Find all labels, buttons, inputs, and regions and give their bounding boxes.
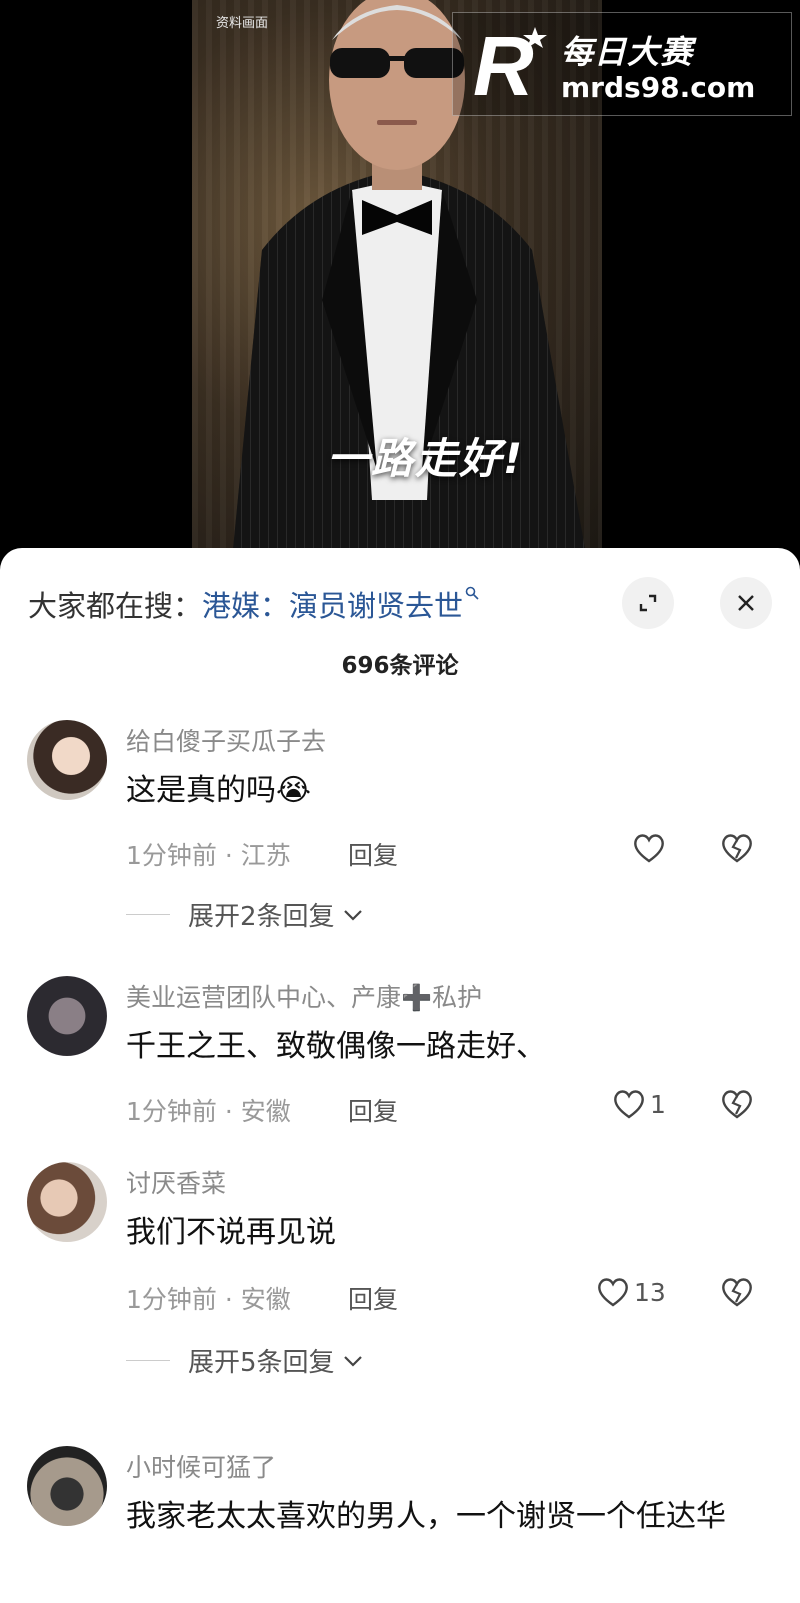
divider-line bbox=[126, 914, 170, 915]
reply-button[interactable]: 回复 bbox=[348, 836, 398, 872]
like-button[interactable]: 1 bbox=[612, 1088, 666, 1120]
crying-emoji-icon: 😭 bbox=[276, 773, 312, 808]
comment-text: 这是真的吗😭 bbox=[126, 768, 746, 814]
like-button[interactable] bbox=[632, 832, 666, 864]
comment-text: 千王之王、致敬偶像一路走好、 bbox=[126, 1029, 546, 1064]
dislike-button[interactable] bbox=[720, 1088, 754, 1124]
like-button[interactable]: 13 bbox=[596, 1276, 666, 1308]
broken-heart-icon bbox=[722, 834, 752, 863]
avatar[interactable] bbox=[27, 720, 107, 800]
brand-logo-icon: R bbox=[473, 23, 547, 105]
dislike-button[interactable] bbox=[720, 1276, 754, 1312]
chevron-down-icon bbox=[343, 909, 362, 921]
comment-count: 696条评论 bbox=[341, 653, 459, 679]
video-caption: 一路走好! bbox=[327, 434, 525, 483]
broken-heart-icon bbox=[722, 1278, 752, 1307]
comment-item: 小时候可猛了 我家老太太喜欢的男人，一个谢贤一个任达华 bbox=[0, 1446, 800, 1603]
comment-author[interactable]: 美业运营团队中心、产康➕私护 bbox=[126, 978, 482, 1014]
dislike-button[interactable] bbox=[720, 832, 754, 868]
watermark: R 每日大赛 mrds98.com bbox=[452, 12, 792, 116]
expand-replies-label: 展开2条回复 bbox=[188, 902, 335, 932]
expand-button[interactable] bbox=[622, 577, 674, 629]
comment-meta: 1分钟前 · 江苏 bbox=[126, 841, 291, 870]
search-prefix: 大家都在搜： bbox=[28, 589, 203, 623]
search-icon bbox=[465, 585, 479, 604]
like-count: 13 bbox=[634, 1277, 666, 1307]
comments-sheet: 大家都在搜： 港媒：演员谢贤去世 696条评论 给白傻子买瓜子去 这是真的吗😭 … bbox=[0, 548, 800, 1603]
comment-meta: 1分钟前 · 安徽 bbox=[126, 1097, 291, 1126]
watermark-url: mrds98.com bbox=[561, 71, 756, 104]
comment-item: 讨厌香菜 我们不说再见说 1分钟前 · 安徽 回复 13 展开5条回复 bbox=[0, 1162, 800, 1392]
expand-replies-button[interactable]: 展开5条回复 bbox=[126, 1342, 363, 1379]
comment-item: 给白傻子买瓜子去 这是真的吗😭 1分钟前 · 江苏 回复 展开2条回复 bbox=[0, 720, 800, 933]
avatar[interactable] bbox=[27, 976, 107, 1056]
trending-search[interactable]: 大家都在搜： 港媒：演员谢贤去世 bbox=[28, 584, 479, 624]
heart-icon bbox=[634, 834, 664, 863]
search-query-link[interactable]: 港媒：演员谢贤去世 bbox=[202, 583, 463, 625]
video-player[interactable]: 资料画面 一路走好! R 每日大赛 mrds98.com bbox=[0, 0, 800, 560]
expand-replies-button[interactable]: 展开2条回复 bbox=[126, 896, 363, 933]
source-label: 资料画面 bbox=[216, 16, 269, 31]
divider-line bbox=[126, 1360, 170, 1361]
comment-text: 我家老太太喜欢的男人，一个谢贤一个任达华 bbox=[126, 1499, 726, 1534]
reply-button[interactable]: 回复 bbox=[348, 1092, 398, 1128]
chevron-down-icon bbox=[343, 1355, 362, 1367]
comment-text-body: 这是真的吗 bbox=[126, 773, 276, 808]
comment-text: 我们不说再见说 bbox=[126, 1215, 336, 1250]
close-button[interactable] bbox=[720, 577, 772, 629]
heart-icon bbox=[598, 1278, 628, 1307]
comment-author[interactable]: 给白傻子买瓜子去 bbox=[126, 722, 326, 758]
expand-replies-label: 展开5条回复 bbox=[188, 1348, 335, 1378]
comment-author[interactable]: 讨厌香菜 bbox=[126, 1164, 226, 1200]
comment-item: 美业运营团队中心、产康➕私护 千王之王、致敬偶像一路走好、 1分钟前 · 安徽 … bbox=[0, 976, 800, 1136]
expand-icon bbox=[639, 594, 657, 612]
watermark-name: 每日大赛 bbox=[561, 33, 694, 71]
avatar[interactable] bbox=[27, 1162, 107, 1242]
broken-heart-icon bbox=[722, 1090, 752, 1119]
comment-meta: 1分钟前 · 安徽 bbox=[126, 1285, 291, 1314]
heart-icon bbox=[614, 1090, 644, 1119]
like-count: 1 bbox=[650, 1089, 666, 1119]
close-icon bbox=[738, 595, 754, 611]
avatar[interactable] bbox=[27, 1446, 107, 1526]
comment-author[interactable]: 小时候可猛了 bbox=[126, 1448, 276, 1484]
reply-button[interactable]: 回复 bbox=[348, 1280, 398, 1316]
